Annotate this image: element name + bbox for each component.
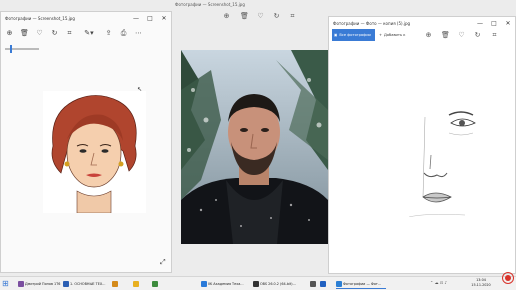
rotate-icon[interactable]: ↻ <box>473 31 482 39</box>
taskbar-item[interactable] <box>320 279 332 289</box>
rotate-icon[interactable]: ↻ <box>50 29 59 37</box>
taskbar-item[interactable]: Дмитрий Попов 1Т6 <box>18 279 61 289</box>
add-to-label: Добавить к <box>384 33 406 37</box>
fullscreen-icon[interactable]: ⤢ <box>160 258 166 267</box>
zoom-in-icon[interactable]: ⊕ <box>424 31 433 39</box>
taskbar-item[interactable]: IIK Академия Теха... <box>201 279 249 289</box>
left-photos-window: Фотографии — Screenshot_15.jpg — □ ✕ ⊕ 🗑… <box>0 11 172 273</box>
taskbar-item[interactable]: 1. ОСНОВНЫЕ ТЕХ... <box>63 279 106 289</box>
face-sketch-image <box>405 97 485 218</box>
record-indicator-icon <box>502 272 514 284</box>
plus-icon: + <box>379 33 383 37</box>
cursor-icon: ↖ <box>137 86 143 93</box>
all-photos-label: Все фотографии <box>339 33 371 37</box>
man-photo-image <box>181 50 328 244</box>
taskbar: ⊞ Дмитрий Попов 1Т6 1. ОСНОВНЫЕ ТЕХ... I… <box>0 276 516 290</box>
cartoon-woman-drawing <box>51 95 137 214</box>
maximize-button[interactable]: □ <box>143 12 157 26</box>
crop-icon[interactable]: ⌗ <box>288 12 297 21</box>
all-photos-button[interactable]: ▣ Все фотографии <box>332 29 375 41</box>
taskbar-item[interactable]: Фотографии — Фот... <box>336 279 386 289</box>
print-icon[interactable]: ⎙ <box>119 29 128 38</box>
crop-icon[interactable]: ⌗ <box>65 29 74 38</box>
clock[interactable]: 13:04 15.11.2020 <box>470 278 492 288</box>
taskbar-item[interactable]: OBS 26.0.2 (64-bit)... <box>253 279 301 289</box>
taskbar-item[interactable] <box>112 279 124 289</box>
face-sketch-drawing <box>408 111 476 218</box>
favorite-icon[interactable]: ♡ <box>256 12 265 20</box>
favorite-icon[interactable]: ♡ <box>35 29 44 37</box>
background-window-title: Фотографии — Screenshot_15.jpg <box>175 2 245 7</box>
right-photos-window: Фотографии — Фото — копия (5).jpg — □ ✕ … <box>328 16 516 274</box>
right-toolbar: ▣ Все фотографии + Добавить к ⊕ 🗑 ♡ ↻ ⌗ <box>329 28 515 42</box>
edit-icon[interactable]: ✎▾ <box>80 29 98 37</box>
left-window-title: Фотографии — Screenshot_15.jpg <box>5 16 75 21</box>
left-window-titlebar: Фотографии — Screenshot_15.jpg — □ ✕ <box>1 12 171 26</box>
zoom-slider[interactable] <box>5 45 39 53</box>
rotate-icon[interactable]: ↻ <box>272 12 281 20</box>
taskbar-item[interactable] <box>152 279 164 289</box>
delete-icon[interactable]: 🗑 <box>20 29 29 37</box>
share-icon[interactable]: ⇪ <box>104 29 113 37</box>
minimize-button[interactable]: — <box>129 12 143 26</box>
photos-icon: ▣ <box>334 33 338 37</box>
zoom-in-icon[interactable]: ⊕ <box>222 12 231 20</box>
cartoon-woman-image <box>43 91 146 214</box>
zoom-slider-thumb[interactable] <box>10 45 12 53</box>
more-icon[interactable]: ⋯ <box>134 29 143 37</box>
zoom-in-icon[interactable]: ⊕ <box>5 29 14 37</box>
add-to-button[interactable]: + Добавить к <box>379 29 405 41</box>
tray-icons[interactable]: ⌃ ☁ ⊡ ♪ <box>430 280 447 285</box>
start-icon[interactable]: ⊞ <box>2 279 9 288</box>
left-toolbar: ⊕ 🗑 ♡ ↻ ⌗ ✎▾ ⇪ ⎙ ⋯ <box>1 26 171 40</box>
favorite-icon[interactable]: ♡ <box>457 31 466 39</box>
delete-icon[interactable]: 🗑 <box>441 31 450 39</box>
man-photo <box>181 50 328 244</box>
clock-date: 15.11.2020 <box>471 283 491 287</box>
right-window-title: Фотографии — Фото — копия (5).jpg <box>333 21 411 26</box>
close-button[interactable]: ✕ <box>157 12 171 26</box>
crop-icon[interactable]: ⌗ <box>490 31 499 40</box>
delete-icon[interactable]: 🗑 <box>240 12 249 20</box>
taskbar-item[interactable] <box>133 279 145 289</box>
